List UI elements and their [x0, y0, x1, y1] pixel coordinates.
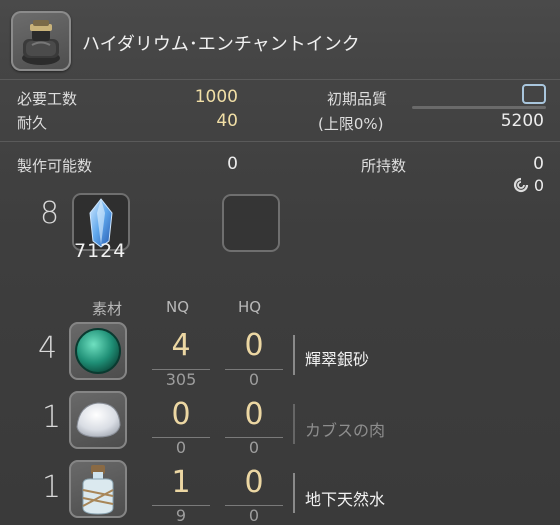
hq-quantity[interactable]: 0	[234, 397, 274, 432]
material-slot[interactable]	[69, 460, 127, 518]
hq-column-header: HQ	[238, 298, 262, 316]
hq-owned: 0	[248, 506, 260, 525]
empty-slot-icon[interactable]	[222, 194, 280, 252]
crystal-required-amount: 8	[40, 196, 60, 231]
nq-quantity[interactable]: 4	[161, 328, 201, 363]
craftable-label: 製作可能数	[17, 157, 93, 175]
owned-value: 0	[533, 154, 544, 174]
stats-divider	[0, 141, 560, 142]
material-name: カブスの肉	[305, 421, 386, 440]
meat-icon	[76, 402, 121, 438]
initial-quality-input[interactable]	[522, 84, 546, 104]
required-craftsmanship-value: 1000	[194, 87, 238, 107]
item-name: ハイダリウム･エンチャントインク	[82, 34, 360, 55]
header-divider	[0, 79, 560, 80]
initial-quality-label: 初期品質	[327, 90, 388, 108]
item-icon[interactable]	[11, 11, 71, 71]
max-quality-label: (上限0%)	[318, 115, 384, 133]
material-required-amount: 1	[42, 470, 62, 505]
material-name: 輝翠銀砂	[305, 350, 370, 369]
required-craftsmanship-label: 必要工数	[17, 90, 78, 108]
nq-quantity[interactable]: 0	[161, 397, 201, 432]
material-required-amount: 1	[42, 400, 62, 435]
row-separator	[293, 473, 295, 513]
durability-value: 40	[216, 111, 238, 131]
nq-owned: 9	[175, 506, 187, 525]
hq-quantity[interactable]: 0	[234, 328, 274, 363]
nq-owned: 0	[175, 438, 187, 457]
durability-label: 耐久	[17, 114, 48, 132]
hq-owned: 0	[248, 370, 260, 389]
collectable-value: 0	[533, 176, 544, 195]
ink-bottle-icon	[22, 20, 60, 65]
material-required-amount: 4	[38, 331, 58, 366]
quality-bar	[412, 106, 546, 109]
max-quality-value: 5200	[500, 111, 544, 131]
nq-owned: 305	[165, 370, 197, 389]
material-name: 地下天然水	[305, 490, 386, 509]
hq-owned: 0	[248, 438, 260, 457]
material-slot[interactable]	[69, 391, 127, 449]
nq-quantity[interactable]: 1	[161, 465, 201, 500]
craftable-value: 0	[227, 154, 238, 174]
nq-column-header: NQ	[166, 298, 190, 316]
crystal-owned-amount: 7124	[74, 240, 127, 262]
hq-quantity[interactable]: 0	[234, 465, 274, 500]
material-slot[interactable]	[69, 322, 127, 380]
material-column-header: 素材	[92, 300, 123, 318]
collectable-icon	[513, 177, 529, 197]
owned-label: 所持数	[361, 157, 407, 175]
row-separator	[293, 335, 295, 375]
row-separator	[293, 404, 295, 444]
water-bottle-icon	[82, 465, 114, 515]
green-sand-icon	[75, 328, 121, 374]
